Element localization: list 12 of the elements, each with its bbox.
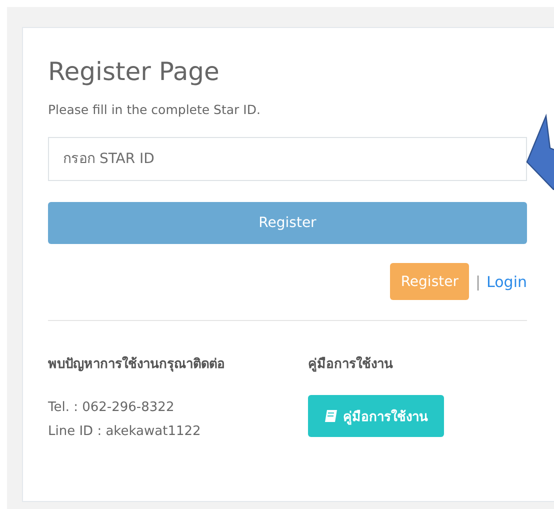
page-title: Register Page: [48, 56, 220, 88]
manual-heading: คู่มือการใช้งาน: [308, 355, 394, 374]
contact-text: Tel. : 062-296-8322: [48, 399, 176, 417]
login-link[interactable]: Login: [486, 272, 527, 290]
manual-button[interactable]: คู่มือการใช้งาน: [308, 395, 444, 437]
star-id-field[interactable]: กรอก STAR ID: [48, 137, 527, 181]
register-link-button[interactable]: Register: [390, 263, 470, 300]
book-icon: [324, 409, 338, 423]
contact-text: Line ID : akekawat1122: [48, 423, 201, 441]
instruction-text: Please fill in the complete Star ID.: [48, 102, 262, 117]
separator-text: |: [475, 272, 481, 290]
contact-heading: พบปัญหาการใช้งานกรุณาติดต่อ: [48, 355, 226, 374]
